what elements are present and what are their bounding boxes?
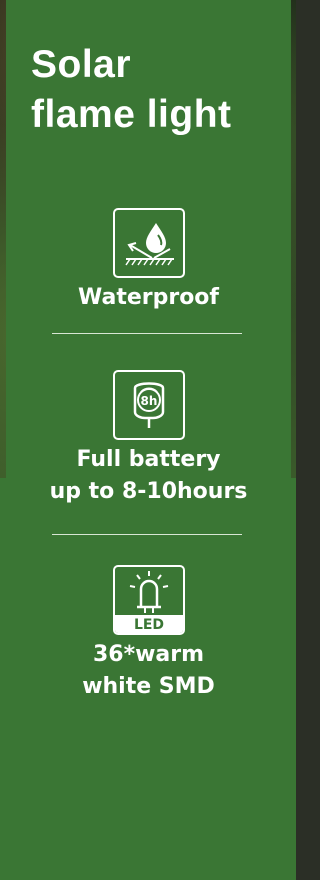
title-line-2: flame light: [31, 93, 232, 136]
feature-label: Full battery up to 8-10hours: [49, 447, 248, 504]
waterproof-icon: [112, 208, 185, 278]
svg-text:LED: LED: [133, 617, 163, 633]
divider-1: [52, 333, 242, 334]
feature-led: LED 36*warm white SMD: [6, 565, 291, 703]
divider-2: [52, 534, 242, 535]
title-line-1: Solar: [31, 43, 132, 86]
feature-battery: 8h Full battery up to 8-10hours: [6, 370, 291, 508]
product-title: Solar flame light: [31, 40, 286, 140]
feature-waterproof: Waterproof: [6, 208, 291, 314]
led-bulb-icon: LED: [112, 565, 185, 635]
svg-text:8h: 8h: [140, 394, 157, 408]
battery-clock-icon: 8h: [112, 370, 185, 440]
feature-label: Waterproof: [77, 285, 219, 310]
feature-label: 36*warm white SMD: [82, 642, 215, 699]
